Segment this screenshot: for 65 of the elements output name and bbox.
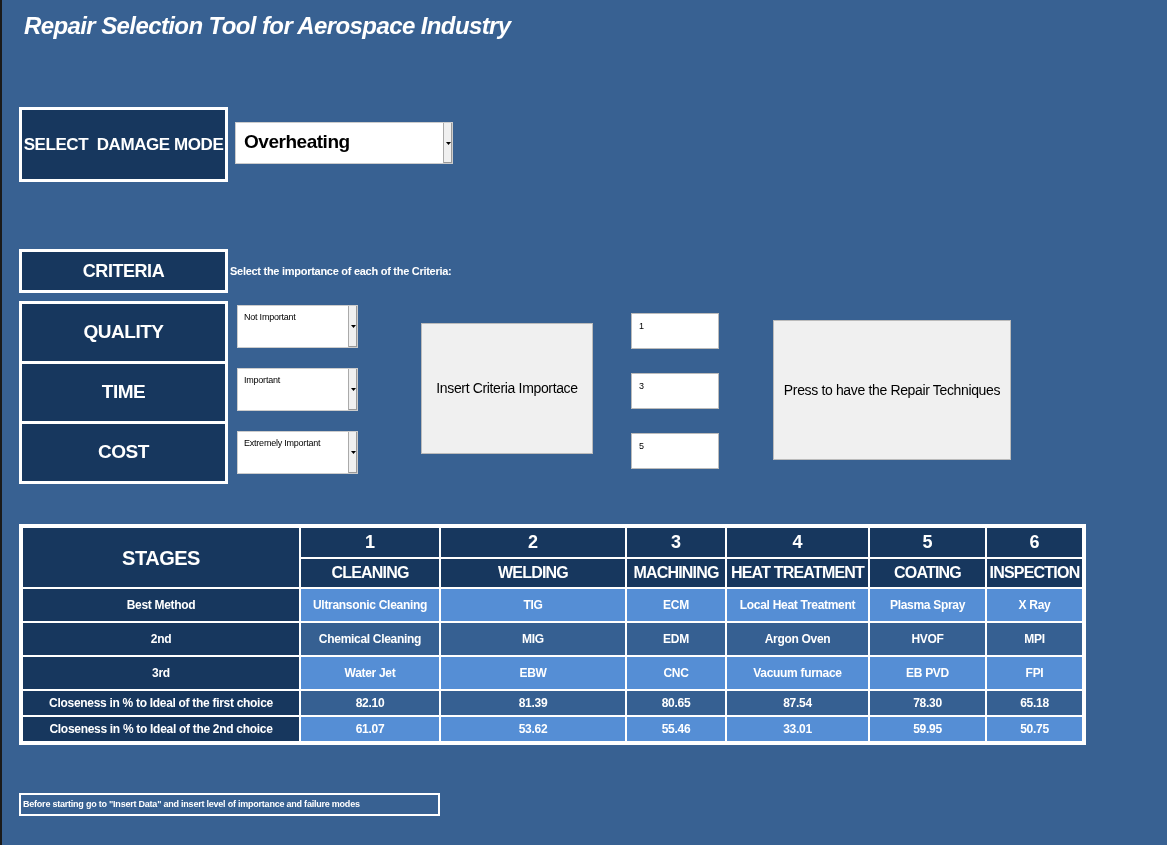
table-cell: Chemical Cleaning [300, 622, 440, 656]
table-cell: EB PVD [869, 656, 986, 690]
table-cell: Argon Oven [726, 622, 869, 656]
page-title: Repair Selection Tool for Aerospace Industry [24, 11, 511, 41]
stage-number: 1 [300, 527, 440, 558]
row-label: 2nd [22, 622, 300, 656]
instruction-text: Select the importance of each of the Criteria: [230, 263, 452, 279]
table-cell: Local Heat Treatment [726, 588, 869, 622]
score-field[interactable]: 3 [631, 373, 719, 409]
score-field[interactable]: 1 [631, 313, 719, 349]
criterion-label: COST [22, 424, 225, 481]
table-cell: Ultransonic Cleaning [300, 588, 440, 622]
table-cell: MPI [986, 622, 1083, 656]
stages-header: STAGES [22, 527, 300, 588]
row-label: Best Method [22, 588, 300, 622]
table-cell: EBW [440, 656, 626, 690]
stage-number: 6 [986, 527, 1083, 558]
stage-name: INSPECTION [986, 558, 1083, 588]
table-cell: 80.65 [626, 690, 726, 716]
importance-dropdown[interactable]: Not Important [237, 305, 358, 348]
instruction-note: Before starting go to "Insert Data" and insert level of importance and failure modes [19, 793, 440, 816]
damage-mode-label: SELECT DAMAGE MODE [19, 107, 228, 182]
stage-number: 2 [440, 527, 626, 558]
table-cell: X Ray [986, 588, 1083, 622]
criterion-label: QUALITY [22, 304, 225, 361]
stage-number: 3 [626, 527, 726, 558]
stage-name: COATING [869, 558, 986, 588]
table-cell: TIG [440, 588, 626, 622]
criterion-label: TIME [22, 364, 225, 421]
table-cell: HVOF [869, 622, 986, 656]
table-cell: Vacuum furnace [726, 656, 869, 690]
importance-dropdown[interactable]: Extremely Important [237, 431, 358, 474]
table-cell: EDM [626, 622, 726, 656]
insert-importance-button[interactable]: Insert Criteria Importace [421, 323, 593, 454]
stage-name: MACHINING [626, 558, 726, 588]
criteria-header: CRITERIA [19, 249, 228, 293]
table-cell: FPI [986, 656, 1083, 690]
table-cell: ECM [626, 588, 726, 622]
table-cell: 81.39 [440, 690, 626, 716]
repair-techniques-button[interactable]: Press to have the Repair Techniques [773, 320, 1011, 460]
row-label: Closeness in % to Ideal of the 2nd choice [22, 716, 300, 742]
stage-name: WELDING [440, 558, 626, 588]
stage-name: CLEANING [300, 558, 440, 588]
stage-number: 4 [726, 527, 869, 558]
stage-name: HEAT TREATMENT [726, 558, 869, 588]
table-cell: 50.75 [986, 716, 1083, 742]
table-cell: 78.30 [869, 690, 986, 716]
table-cell: Water Jet [300, 656, 440, 690]
table-cell: 82.10 [300, 690, 440, 716]
table-cell: 87.54 [726, 690, 869, 716]
importance-dropdown[interactable]: Important [237, 368, 358, 411]
row-label: 3rd [22, 656, 300, 690]
damage-mode-dropdown[interactable]: Overheating [235, 122, 453, 164]
table-cell: MIG [440, 622, 626, 656]
table-cell: 53.62 [440, 716, 626, 742]
table-cell: 59.95 [869, 716, 986, 742]
table-cell: 61.07 [300, 716, 440, 742]
score-field[interactable]: 5 [631, 433, 719, 469]
table-cell: 55.46 [626, 716, 726, 742]
table-cell: 65.18 [986, 690, 1083, 716]
table-cell: Plasma Spray [869, 588, 986, 622]
table-cell: 33.01 [726, 716, 869, 742]
table-cell: CNC [626, 656, 726, 690]
stage-number: 5 [869, 527, 986, 558]
row-label: Closeness in % to Ideal of the first choice [22, 690, 300, 716]
